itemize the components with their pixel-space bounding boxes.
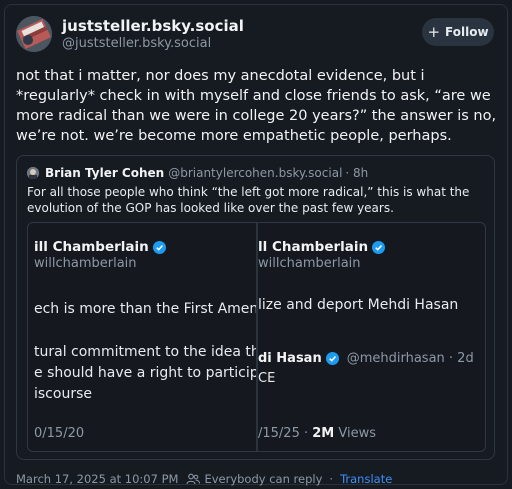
quoted-post-text: For all those people who think “the left… xyxy=(27,185,470,215)
quoted-post-time: · 8h xyxy=(345,166,369,180)
author-name[interactable]: juststeller.bsky.social xyxy=(62,17,244,35)
panel-left-name: ill Chamberlain xyxy=(34,239,149,255)
quoted-post[interactable]: Brian Tyler Cohen @briantylercohen.bsky.… xyxy=(16,155,495,460)
panel-right-line-1: lize and deport Mehdi Hasan xyxy=(258,297,459,313)
panel-left-handle: willchamberlain xyxy=(34,256,137,271)
panel-right-date: /15/25 · xyxy=(258,426,313,441)
screenshot-panel-right: ll Chamberlain willchamberlain lize and … xyxy=(258,223,485,451)
plus-icon: + xyxy=(427,22,441,41)
quoted-author-name[interactable]: Brian Tyler Cohen xyxy=(45,166,164,180)
post-footer: March 17, 2025 at 10:07 PM Everybody can… xyxy=(16,472,392,486)
post-card: juststeller.bsky.social @juststeller.bsk… xyxy=(0,0,512,489)
verified-icon xyxy=(325,352,339,365)
screenshot-panel-left: ill Chamberlain willchamberlain ech is m… xyxy=(28,223,256,451)
quoted-avatar-image-icon xyxy=(27,167,39,179)
footer-separator: · xyxy=(329,472,334,486)
panel-left-line-1: ech is more than the First Amendm xyxy=(34,301,256,317)
panel-right-sub-text: CE xyxy=(258,371,276,386)
author-handle[interactable]: @juststeller.bsky.social xyxy=(62,36,211,51)
panel-right-name: ll Chamberlain xyxy=(258,239,369,255)
panel-left-line-2: tural commitment to the idea that xyxy=(34,344,256,360)
panel-right-sub-name: di Hasan xyxy=(258,351,322,366)
people-icon xyxy=(186,473,201,485)
panel-right-handle: willchamberlain xyxy=(258,256,361,271)
follow-button[interactable]: + Follow xyxy=(422,18,494,46)
quoted-post-header: Brian Tyler Cohen @briantylercohen.bsky.… xyxy=(27,166,368,180)
panel-left-line-3: e should have a right to participate xyxy=(34,365,256,381)
panel-left-date: 0/15/20 xyxy=(34,426,85,441)
avatar-image-icon xyxy=(16,16,52,52)
reply-setting[interactable]: Everybody can reply xyxy=(204,472,322,486)
panel-left-author: ill Chamberlain xyxy=(34,239,166,255)
post-text: not that i matter, nor does my anecdotal… xyxy=(16,68,497,144)
panel-right-sub-author: di Hasan @mehdirhasan · 2d xyxy=(258,351,474,366)
verified-icon xyxy=(372,240,386,254)
author-avatar[interactable] xyxy=(16,16,52,52)
post-timestamp[interactable]: March 17, 2025 at 10:07 PM xyxy=(16,472,178,486)
panel-right-meta: /15/25 · 2M Views xyxy=(258,426,376,441)
quoted-author-handle[interactable]: @briantylercohen.bsky.social xyxy=(168,166,342,180)
panel-right-views-count: 2M xyxy=(312,426,335,441)
panel-right-sub-handle: @mehdirhasan · 2d xyxy=(346,351,474,366)
quoted-author-avatar[interactable] xyxy=(27,167,39,179)
follow-label: Follow xyxy=(445,25,489,39)
quoted-image[interactable]: ill Chamberlain willchamberlain ech is m… xyxy=(27,222,486,452)
panel-right-author: ll Chamberlain xyxy=(258,239,386,255)
translate-link[interactable]: Translate xyxy=(340,472,392,486)
verified-icon xyxy=(152,240,166,254)
panel-left-line-4: iscourse xyxy=(34,386,92,402)
panel-right-views-label: Views xyxy=(334,426,376,441)
